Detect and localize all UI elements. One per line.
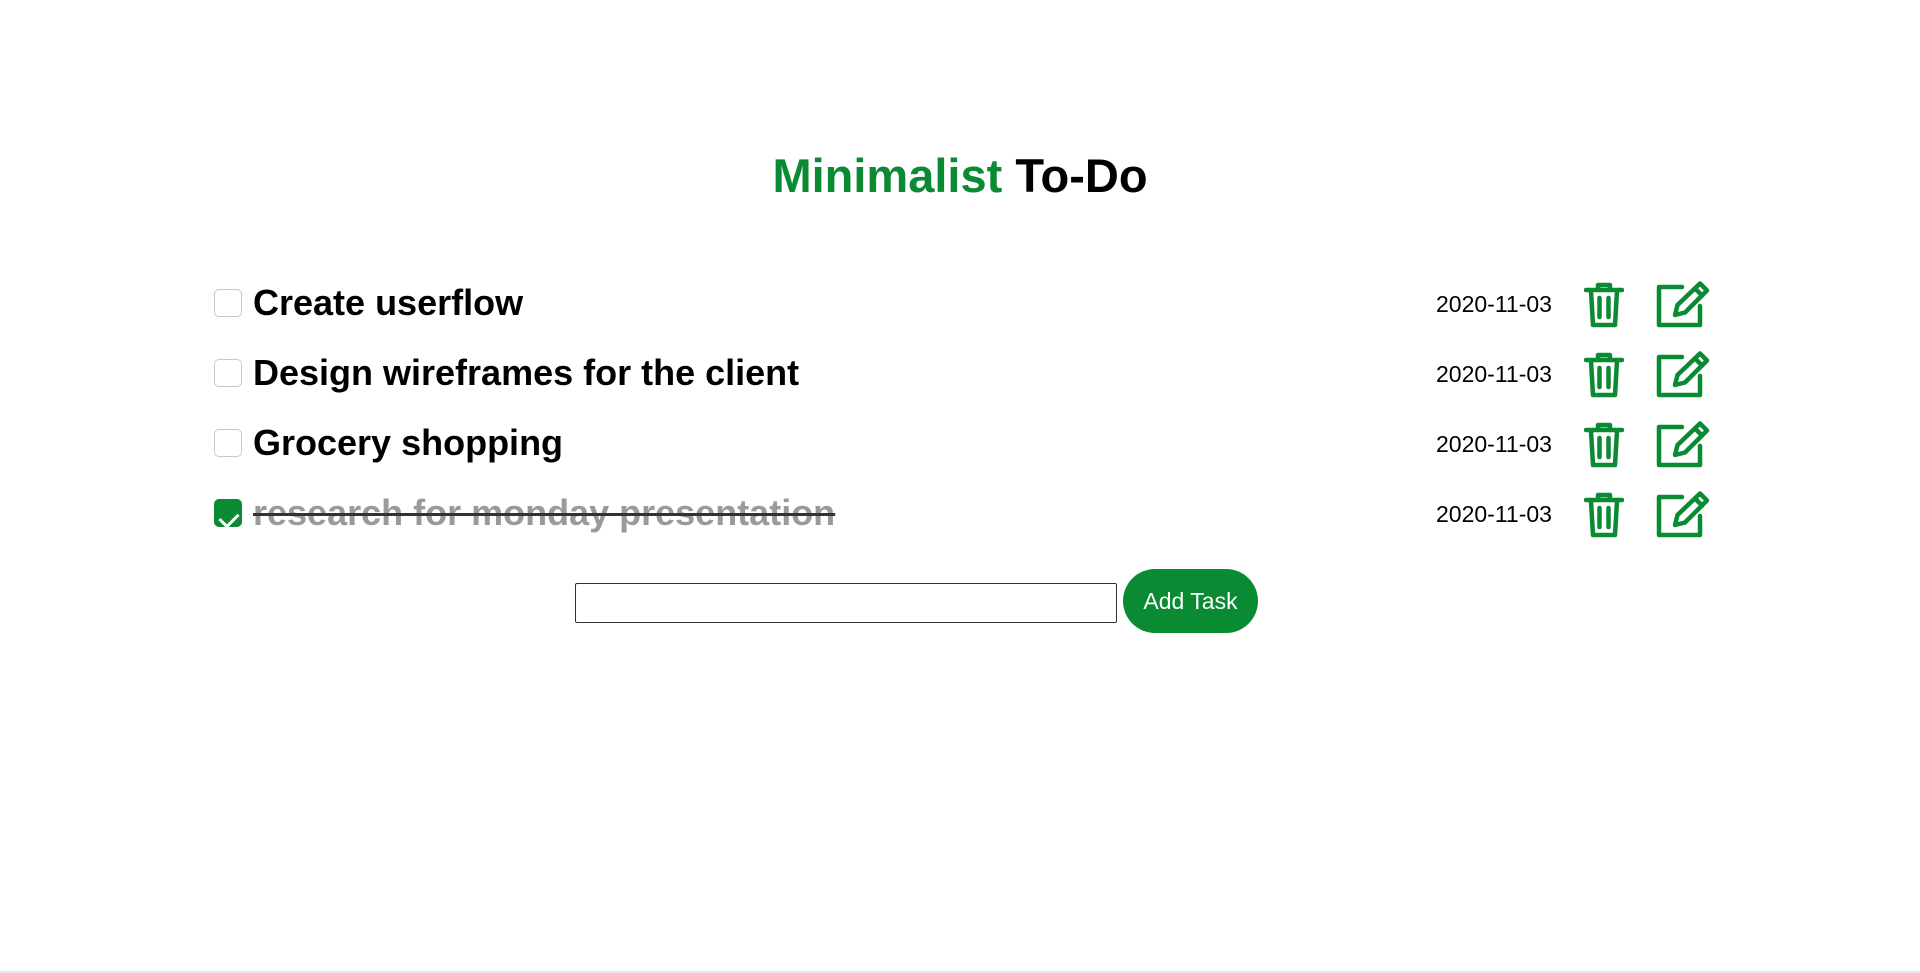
task-row: Create userflow 2020-11-03 [213, 275, 1733, 345]
task-text: Grocery shopping [253, 422, 564, 463]
delete-button[interactable] [1575, 490, 1633, 540]
task-checkbox[interactable] [214, 499, 242, 527]
task-text: Design wireframes for the client [253, 352, 800, 393]
edit-icon [1656, 491, 1710, 538]
delete-button[interactable] [1575, 280, 1633, 330]
page-title: Minimalist To-Do [0, 148, 1920, 204]
edit-button[interactable] [1653, 490, 1711, 540]
task-checkbox[interactable] [214, 359, 242, 387]
task-date: 2020-11-03 [1436, 431, 1552, 457]
edit-icon [1656, 421, 1710, 468]
delete-button[interactable] [1575, 420, 1633, 470]
trash-icon [1584, 352, 1624, 398]
title-accent: Minimalist [772, 149, 1003, 202]
new-task-input[interactable] [575, 583, 1117, 623]
task-checkbox[interactable] [214, 429, 242, 457]
task-date: 2020-11-03 [1436, 361, 1552, 387]
task-list: Create userflow 2020-11-03 Design wirefr… [213, 275, 1733, 555]
trash-icon [1584, 492, 1624, 538]
task-date: 2020-11-03 [1436, 501, 1552, 527]
trash-icon [1584, 422, 1624, 468]
todo-app: Minimalist To-Do Create userflow 2020-11… [0, 0, 1920, 973]
task-date: 2020-11-03 [1436, 291, 1552, 317]
trash-icon [1584, 282, 1624, 328]
task-row: research for monday presentation 2020-11… [213, 485, 1733, 555]
add-task-button[interactable]: Add Task [1123, 569, 1258, 633]
delete-button[interactable] [1575, 350, 1633, 400]
task-text: Create userflow [253, 282, 524, 323]
edit-button[interactable] [1653, 350, 1711, 400]
task-row: Design wireframes for the client 2020-11… [213, 345, 1733, 415]
edit-button[interactable] [1653, 420, 1711, 470]
task-checkbox[interactable] [214, 289, 242, 317]
edit-icon [1656, 281, 1710, 328]
task-row: Grocery shopping 2020-11-03 [213, 415, 1733, 485]
edit-button[interactable] [1653, 280, 1711, 330]
task-text: research for monday presentation [253, 492, 836, 533]
title-rest: To-Do [1015, 149, 1148, 202]
edit-icon [1656, 351, 1710, 398]
